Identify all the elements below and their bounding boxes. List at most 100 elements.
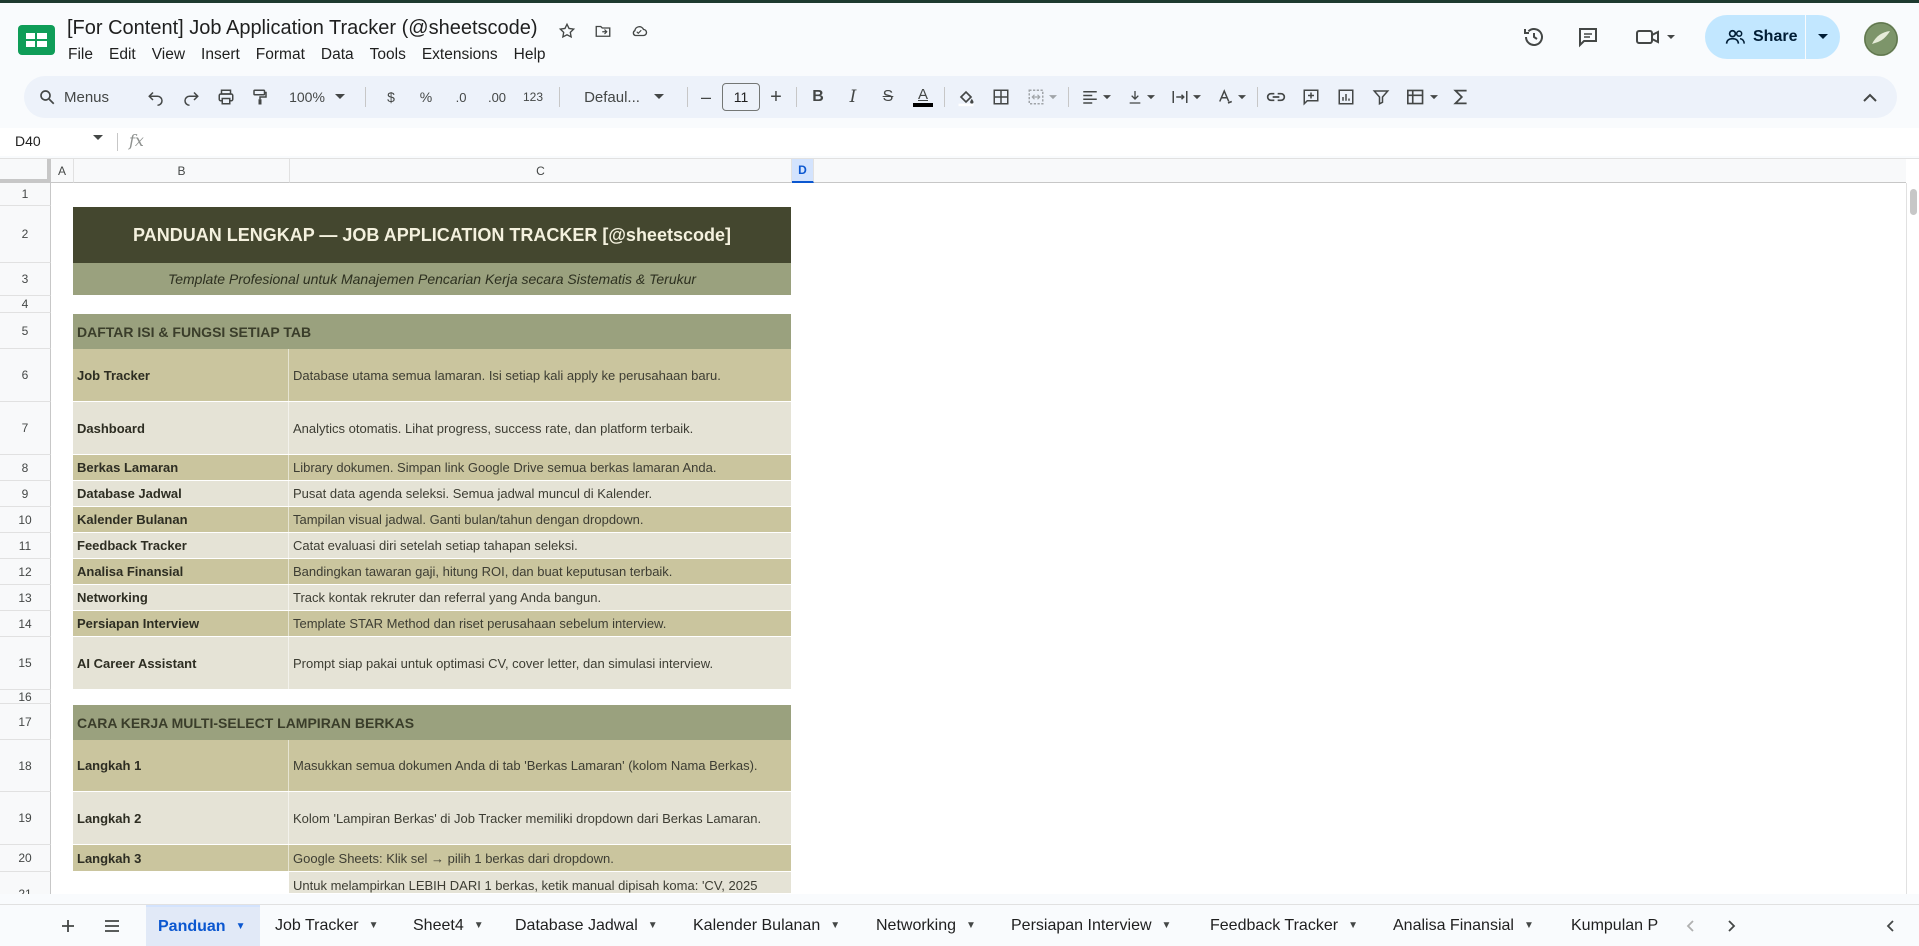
table-row[interactable]: AI Career Assistant Prompt siap pakai un… (73, 637, 791, 690)
guide-title-banner[interactable]: PANDUAN LENGKAP — JOB APPLICATION TRACKE… (73, 207, 791, 263)
fill-color-icon[interactable] (952, 76, 980, 118)
all-sheets-menu-icon[interactable] (98, 905, 126, 946)
tab-panduan[interactable]: Panduan ▼ (146, 905, 260, 946)
more-formats-button[interactable]: 123 (516, 76, 550, 118)
share-button[interactable]: Share (1705, 15, 1840, 59)
print-icon[interactable] (212, 76, 240, 118)
row-header[interactable]: 10 (0, 507, 51, 533)
insert-chart-icon[interactable] (1332, 76, 1360, 118)
menus-search[interactable]: Menus (34, 76, 144, 118)
chevron-down-icon[interactable]: ▼ (966, 920, 976, 931)
table-row[interactable]: Kalender Bulanan Tampilan visual jadwal.… (73, 507, 791, 533)
row-header[interactable]: 1 (0, 183, 51, 206)
font-size-field[interactable]: 11 (721, 76, 761, 118)
decrease-font-size-button[interactable]: – (692, 76, 720, 118)
tab-feedback-tracker[interactable]: Feedback Tracker ▼ (1198, 905, 1370, 946)
table-row[interactable]: Persiapan Interview Template STAR Method… (73, 611, 791, 637)
chevron-down-icon[interactable]: ▼ (369, 920, 379, 931)
meet-call-icon[interactable] (1632, 23, 1682, 51)
table-row[interactable]: Database Jadwal Pusat data agenda seleks… (73, 481, 791, 507)
guide-subtitle-banner[interactable]: Template Profesional untuk Manajemen Pen… (73, 263, 791, 295)
move-folder-icon[interactable] (591, 19, 615, 43)
row-header[interactable]: 13 (0, 585, 51, 611)
chevron-down-icon[interactable]: ▼ (1348, 920, 1358, 931)
increase-decimal-button[interactable]: .00 (480, 76, 514, 118)
section-header-daftar-isi[interactable]: DAFTAR ISI & FUNGSI SETIAP TAB (73, 314, 791, 349)
tab-networking[interactable]: Networking ▼ (864, 905, 988, 946)
paint-format-icon[interactable] (246, 76, 274, 118)
row-header[interactable]: 19 (0, 792, 51, 845)
scrollbar-thumb[interactable] (1910, 189, 1917, 215)
table-row[interactable]: Untuk melampirkan LEBIH DARI 1 berkas, k… (73, 872, 791, 894)
table-row[interactable]: Job Tracker Database utama semua lamaran… (73, 349, 791, 402)
insert-comment-icon[interactable] (1297, 76, 1325, 118)
row-header[interactable]: 17 (0, 704, 51, 740)
column-header-b[interactable]: B (74, 159, 290, 183)
account-avatar[interactable] (1864, 22, 1898, 56)
text-wrapping-icon[interactable] (1166, 76, 1206, 118)
row-header[interactable]: 18 (0, 740, 51, 792)
merge-cells-icon[interactable] (1022, 76, 1062, 118)
chevron-down-icon[interactable]: ▼ (1524, 920, 1534, 931)
table-row[interactable]: Langkah 2 Kolom 'Lampiran Berkas' di Job… (73, 792, 791, 845)
decrease-decimal-button[interactable]: .0 (446, 76, 476, 118)
row-header[interactable]: 15 (0, 637, 51, 690)
menu-format[interactable]: Format (248, 44, 313, 66)
row-header[interactable]: 21 (0, 872, 51, 894)
section-header-multi-select[interactable]: CARA KERJA MULTI-SELECT LAMPIRAN BERKAS (73, 705, 791, 740)
increase-font-size-button[interactable]: + (762, 76, 790, 118)
row-header[interactable]: 20 (0, 845, 51, 872)
borders-icon[interactable] (987, 76, 1015, 118)
select-all-corner[interactable] (0, 159, 51, 183)
table-row[interactable]: Berkas Lamaran Library dokumen. Simpan l… (73, 455, 791, 481)
table-row[interactable]: Feedback Tracker Catat evaluasi diri set… (73, 533, 791, 559)
tab-analisa-finansial[interactable]: Analisa Finansial ▼ (1381, 905, 1546, 946)
cloud-saved-icon[interactable] (627, 19, 651, 43)
font-select[interactable]: Defaul... (569, 76, 679, 118)
chevron-down-icon[interactable]: ▼ (236, 921, 246, 932)
menu-tools[interactable]: Tools (362, 44, 414, 66)
explore-side-panel-icon[interactable] (1876, 905, 1904, 946)
collapse-toolbar-icon[interactable] (1856, 76, 1884, 118)
row-header[interactable]: 6 (0, 349, 51, 402)
tab-kumpulan-p[interactable]: Kumpulan P (1559, 905, 1663, 946)
chevron-down-icon[interactable]: ▼ (648, 920, 658, 931)
menu-extensions[interactable]: Extensions (414, 44, 506, 66)
spreadsheet-grid[interactable]: A B C D 1 2 3 4 5 6 7 8 9 10 11 12 13 14… (0, 158, 1919, 894)
document-title[interactable]: [For Content] Job Application Tracker (@… (67, 17, 538, 40)
strikethrough-button[interactable]: S (874, 76, 902, 118)
name-box[interactable]: D40 (15, 133, 41, 149)
filter-icon[interactable] (1367, 76, 1395, 118)
vertical-scrollbar[interactable] (1906, 183, 1919, 894)
star-icon[interactable] (555, 19, 579, 43)
row-header[interactable]: 3 (0, 263, 51, 296)
functions-icon[interactable] (1447, 76, 1475, 118)
tab-persiapan-interview[interactable]: Persiapan Interview ▼ (999, 905, 1183, 946)
menu-insert[interactable]: Insert (193, 44, 248, 66)
menu-edit[interactable]: Edit (101, 44, 144, 66)
tab-sheet4[interactable]: Sheet4 ▼ (401, 905, 496, 946)
table-row[interactable]: Networking Track kontak rekruter dan ref… (73, 585, 791, 611)
sheets-logo-icon[interactable] (18, 25, 55, 55)
redo-icon[interactable] (177, 76, 205, 118)
add-sheet-icon[interactable] (54, 905, 82, 946)
row-header[interactable]: 2 (0, 206, 51, 263)
row-header[interactable]: 12 (0, 559, 51, 585)
name-box-dropdown-icon[interactable] (93, 132, 103, 144)
table-row[interactable]: Analisa Finansial Bandingkan tawaran gaj… (73, 559, 791, 585)
chevron-down-icon[interactable]: ▼ (474, 920, 484, 931)
insert-link-icon[interactable] (1262, 76, 1290, 118)
chevron-down-icon[interactable]: ▼ (1162, 920, 1172, 931)
table-row[interactable]: Dashboard Analytics otomatis. Lihat prog… (73, 402, 791, 455)
filter-views-icon[interactable] (1402, 76, 1442, 118)
tab-job-tracker[interactable]: Job Tracker ▼ (263, 905, 391, 946)
column-header-d[interactable]: D (792, 159, 814, 183)
table-row[interactable]: Langkah 3 Google Sheets: Klik sel → pili… (73, 845, 791, 872)
vertical-align-icon[interactable] (1121, 76, 1161, 118)
row-header[interactable]: 5 (0, 313, 51, 349)
menu-data[interactable]: Data (313, 44, 362, 66)
share-dropdown-icon[interactable] (1806, 33, 1840, 41)
tab-database-jadwal[interactable]: Database Jadwal ▼ (503, 905, 670, 946)
column-header-c[interactable]: C (290, 159, 792, 183)
row-header[interactable]: 7 (0, 402, 51, 455)
